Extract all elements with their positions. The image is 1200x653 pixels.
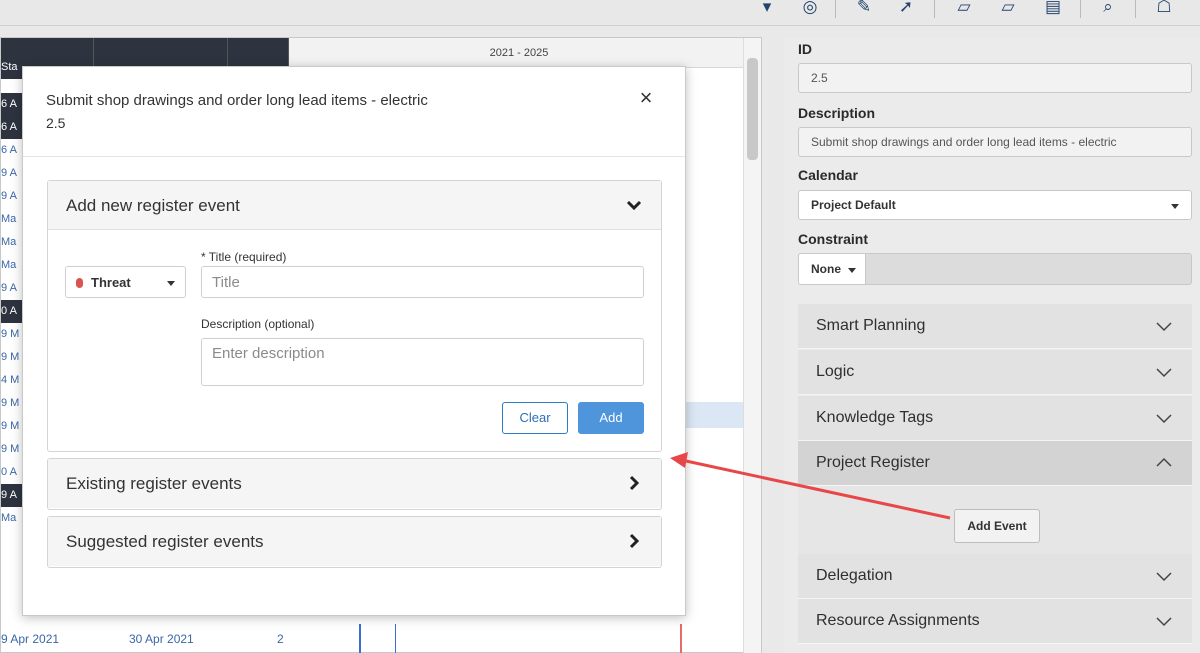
gantt-scrollbar-thumb[interactable] bbox=[747, 58, 758, 160]
chevron-down-icon bbox=[1156, 322, 1172, 332]
print-icon[interactable]: ▤ bbox=[1041, 0, 1065, 18]
id-label: ID bbox=[798, 41, 812, 57]
gantt-cell-finish: 30 Apr 2021 bbox=[129, 632, 194, 646]
properties-panel: ID 2.5 Description Submit shop drawings … bbox=[784, 37, 1200, 653]
gantt-row[interactable]: 9 Apr 2021 30 Apr 2021 2 bbox=[1, 628, 741, 652]
caret-down-icon bbox=[1171, 204, 1179, 209]
gantt-today-line bbox=[359, 624, 361, 653]
constraint-value: None bbox=[811, 262, 841, 276]
card-title: Suggested register events bbox=[66, 532, 264, 551]
clear-button[interactable]: Clear bbox=[502, 402, 568, 434]
constraint-date-field[interactable] bbox=[866, 253, 1192, 285]
gantt-cell-start: 9 Apr 2021 bbox=[1, 632, 60, 646]
caret-down-icon bbox=[167, 281, 175, 286]
section-project-register[interactable]: Project Register bbox=[798, 441, 1192, 486]
constraint-dropdown[interactable]: None bbox=[798, 253, 866, 285]
chevron-right-icon bbox=[629, 475, 640, 491]
existing-events-card: Existing register events bbox=[47, 458, 662, 510]
chevron-right-icon bbox=[629, 533, 640, 549]
chevron-up-icon bbox=[1156, 457, 1172, 467]
toolbar-separator bbox=[835, 0, 836, 18]
search-icon[interactable]: ⌕ bbox=[1096, 0, 1120, 18]
filter-icon[interactable]: ▾ bbox=[755, 0, 779, 18]
magic-wand-icon[interactable]: ✎ bbox=[852, 0, 876, 18]
title-input[interactable] bbox=[201, 266, 644, 298]
section-label: Logic bbox=[816, 363, 855, 380]
gantt-col-finish[interactable] bbox=[94, 38, 228, 68]
calendar-label: Calendar bbox=[798, 167, 858, 183]
project-register-body: Add Event bbox=[798, 486, 1192, 554]
section-label: Knowledge Tags bbox=[816, 409, 934, 426]
calendar-value: Project Default bbox=[811, 198, 896, 212]
threat-dot-icon bbox=[76, 278, 83, 288]
add-new-event-header[interactable]: Add new register event bbox=[48, 181, 661, 230]
close-icon[interactable]: × bbox=[637, 87, 655, 109]
add-new-event-card: Add new register event Threat * Title (r… bbox=[47, 180, 662, 452]
section-label: Delegation bbox=[816, 567, 893, 584]
globe-icon[interactable]: ◎ bbox=[798, 0, 822, 18]
event-type-select[interactable]: Threat bbox=[65, 266, 186, 298]
description-input[interactable] bbox=[201, 338, 644, 386]
suggested-events-card: Suggested register events bbox=[47, 516, 662, 568]
top-toolbar: ▾ ◎ ✎ ➚ ▱ ▱ ▤ ⌕ ☖ bbox=[0, 0, 1200, 26]
card-title: Existing register events bbox=[66, 474, 242, 493]
pin-icon[interactable]: ➚ bbox=[894, 0, 918, 18]
note-edit-icon[interactable]: ▱ bbox=[996, 0, 1020, 18]
description-label: Description bbox=[798, 105, 876, 121]
bulb-icon[interactable]: ☖ bbox=[1152, 0, 1176, 18]
toolbar-separator bbox=[1080, 0, 1081, 18]
id-field[interactable]: 2.5 bbox=[798, 63, 1192, 93]
gantt-col-duration[interactable] bbox=[228, 38, 289, 68]
calendar-select[interactable]: Project Default bbox=[798, 190, 1192, 220]
gantt-timeline-header: 2021 - 2025 bbox=[289, 38, 749, 68]
gantt-deadline-line bbox=[680, 624, 682, 653]
section-label: Project Register bbox=[816, 454, 930, 471]
chevron-down-icon bbox=[626, 200, 642, 211]
section-delegation[interactable]: Delegation bbox=[798, 554, 1192, 599]
title-field-label: * Title (required) bbox=[201, 250, 287, 264]
section-label: Smart Planning bbox=[816, 317, 926, 334]
modal-divider bbox=[23, 156, 685, 157]
chevron-down-icon bbox=[1156, 368, 1172, 378]
gantt-scrollbar[interactable] bbox=[743, 38, 761, 653]
section-label: Resource Assignments bbox=[816, 612, 980, 629]
section-logic[interactable]: Logic bbox=[798, 350, 1192, 395]
note-icon[interactable]: ▱ bbox=[952, 0, 976, 18]
constraint-label: Constraint bbox=[798, 231, 868, 247]
add-event-button[interactable]: Add Event bbox=[954, 509, 1040, 543]
section-knowledge-tags[interactable]: Knowledge Tags bbox=[798, 396, 1192, 441]
toolbar-separator bbox=[1135, 0, 1136, 18]
suggested-events-header[interactable]: Suggested register events bbox=[48, 517, 661, 566]
gantt-cell-duration: 2 bbox=[277, 632, 284, 646]
caret-down-icon bbox=[848, 268, 856, 273]
existing-events-header[interactable]: Existing register events bbox=[48, 459, 661, 508]
chevron-down-icon bbox=[1156, 617, 1172, 627]
chevron-down-icon bbox=[1156, 572, 1172, 582]
toolbar-separator bbox=[934, 0, 935, 18]
description-field-label: Description (optional) bbox=[201, 317, 315, 331]
event-type-value: Threat bbox=[91, 275, 131, 290]
description-field[interactable]: Submit shop drawings and order long lead… bbox=[798, 127, 1192, 157]
section-smart-planning[interactable]: Smart Planning bbox=[798, 304, 1192, 349]
modal-title: Submit shop drawings and order long lead… bbox=[46, 92, 428, 109]
constraint-group: None bbox=[798, 253, 1192, 285]
modal-subtitle: 2.5 bbox=[46, 115, 66, 131]
gantt-grid-header bbox=[1, 38, 289, 68]
gantt-marker-line bbox=[395, 624, 396, 653]
section-resource-assignments[interactable]: Resource Assignments bbox=[798, 599, 1192, 644]
card-title: Add new register event bbox=[66, 196, 240, 215]
chevron-down-icon bbox=[1156, 414, 1172, 424]
register-event-modal: Submit shop drawings and order long lead… bbox=[22, 66, 686, 616]
add-button[interactable]: Add bbox=[578, 402, 644, 434]
